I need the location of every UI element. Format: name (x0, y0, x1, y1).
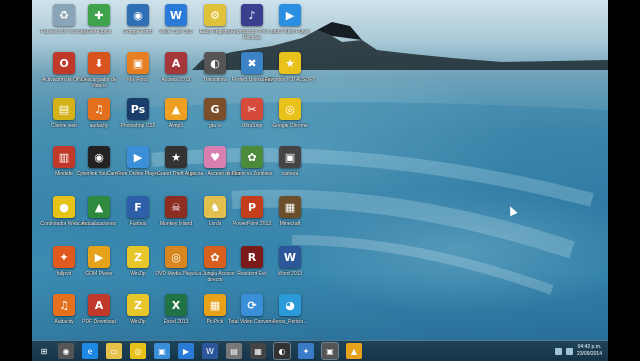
clock[interactable]: 04:42 p.m. 23/09/2014 (577, 344, 602, 358)
windows-logo-icon: ⊞ (40, 346, 48, 356)
tools-task-icon[interactable]: ✦ (298, 343, 314, 359)
app-task-icon[interactable]: ◐ (273, 342, 291, 360)
powerpoint-icon: P (241, 196, 263, 218)
dvd-player-icon: ◎ (165, 246, 187, 268)
updates-icon: ▲ (88, 196, 110, 218)
camera-icon: ▣ (279, 146, 301, 168)
taskbar: ⊞ ◉ e ▭ ◎ ▣ ▶ W ▤ ▦ ◐ ✦ ▣ ▲ 04:42 p.m. 23/09/2014 (32, 340, 608, 361)
registry-icon: ⚙ (204, 4, 226, 26)
snip-icon: ✂ (241, 98, 263, 120)
aimp-icon: ▲ (165, 98, 187, 120)
favorites-star-icon: ★ (279, 52, 301, 74)
system-tray: 04:42 p.m. 23/09/2014 (554, 343, 602, 359)
right-letterbox (608, 0, 640, 360)
audacity-icon: ♫ (88, 98, 110, 120)
getplugins-icon: ✚ (88, 4, 110, 26)
webcam-driver-icon: ● (53, 196, 75, 218)
access-icon: A (165, 52, 187, 74)
winzip-icon: Z (127, 246, 149, 268)
pdf-icon: A (88, 294, 110, 316)
winzip-alt-icon: Z (127, 294, 149, 316)
picpick-icon: ▦ (204, 294, 226, 316)
uninstaller-icon: ✖ (241, 52, 263, 74)
desktop[interactable]: ♻ Papelera de reciclaje ✚ GetPlugins ◉ Google… (32, 0, 608, 340)
desktop-shortcut[interactable]: ◕ Foros_Peticio... (264, 294, 316, 340)
transitions-icon: ◐ (204, 52, 226, 74)
media-center-icon: ♪ (241, 4, 263, 26)
chrome-task-icon[interactable]: ◎ (130, 343, 146, 359)
gom-player-icon: ▶ (88, 246, 110, 268)
jungle-icon: ✿ (204, 246, 226, 268)
chrome-icon: ◎ (279, 98, 301, 120)
plants-icon: ✿ (241, 146, 263, 168)
desktop-shortcut-label: Foros_Peticio... (272, 319, 308, 325)
audacity-alt-icon: ♫ (53, 294, 75, 316)
web-client-icon: ▤ (53, 98, 75, 120)
window-task-icon[interactable]: ▤ (226, 343, 242, 359)
desktop-shortcut-label: Minecraft (279, 221, 301, 227)
browser-icon[interactable]: e (82, 343, 98, 359)
desktop-shortcut-label: Google Chrome (272, 123, 308, 129)
google-earth-icon: ◉ (127, 4, 149, 26)
screen: ♻ Papelera de reciclaje ✚ GetPlugins ◉ Google… (0, 0, 640, 361)
photoshop-icon: Ps (127, 98, 149, 120)
gta-icon: ★ (165, 146, 187, 168)
forums-icon: ◕ (279, 294, 301, 316)
gta-sa-icon: ♥ (204, 146, 226, 168)
left-letterbox (0, 0, 32, 360)
resident-evil-icon: R (241, 246, 263, 268)
volume-icon[interactable] (565, 347, 573, 355)
desktop-shortcut-label: Word 2013 (277, 271, 303, 277)
game-task-icon[interactable]: ▲ (346, 343, 362, 359)
webcam-icon: ◉ (88, 146, 110, 168)
game-icon: G (204, 98, 226, 120)
monkey-icon: ☠ (165, 196, 187, 218)
editor-task-icon[interactable]: ▣ (321, 342, 339, 360)
minecraft-icon: ▦ (279, 196, 301, 218)
fox-icon: ✦ (53, 246, 75, 268)
funbox-icon: F (127, 196, 149, 218)
mindefe-icon: ▥ (53, 146, 75, 168)
lords-icon: ♞ (204, 196, 226, 218)
clock-time: 04:42 p.m. (577, 344, 602, 350)
office-activation-icon: O (53, 52, 75, 74)
camera-app-icon[interactable]: ◉ (58, 343, 74, 359)
desktop-shortcut-label: Favoritos TOTALSOFT (264, 77, 316, 83)
desktop-shortcut-label: camera (281, 171, 299, 177)
video-player-icon: ▶ (279, 4, 301, 26)
wise-care-icon: W (165, 4, 187, 26)
word-task-icon[interactable]: W (202, 343, 218, 359)
recycle-bin-icon: ♻ (53, 4, 75, 26)
photos-task-icon[interactable]: ▣ (154, 343, 170, 359)
video-downloader-icon: ⬇ (88, 52, 110, 74)
capture-task-icon[interactable]: ▦ (250, 343, 266, 359)
online-player-icon: ▶ (127, 146, 149, 168)
excel-icon: X (165, 294, 187, 316)
start-button[interactable]: ⊞ (36, 343, 52, 359)
clock-date: 23/09/2014 (576, 351, 602, 357)
word-icon: W (279, 246, 301, 268)
media-task-icon[interactable]: ▶ (178, 343, 194, 359)
folder-icon[interactable]: ▭ (106, 343, 122, 359)
network-icon[interactable] (554, 347, 562, 355)
photos-icon: ▣ (127, 52, 149, 74)
desktop-shortcut-label: Total Video Player (269, 29, 311, 35)
video-converter-icon: ⟳ (241, 294, 263, 316)
